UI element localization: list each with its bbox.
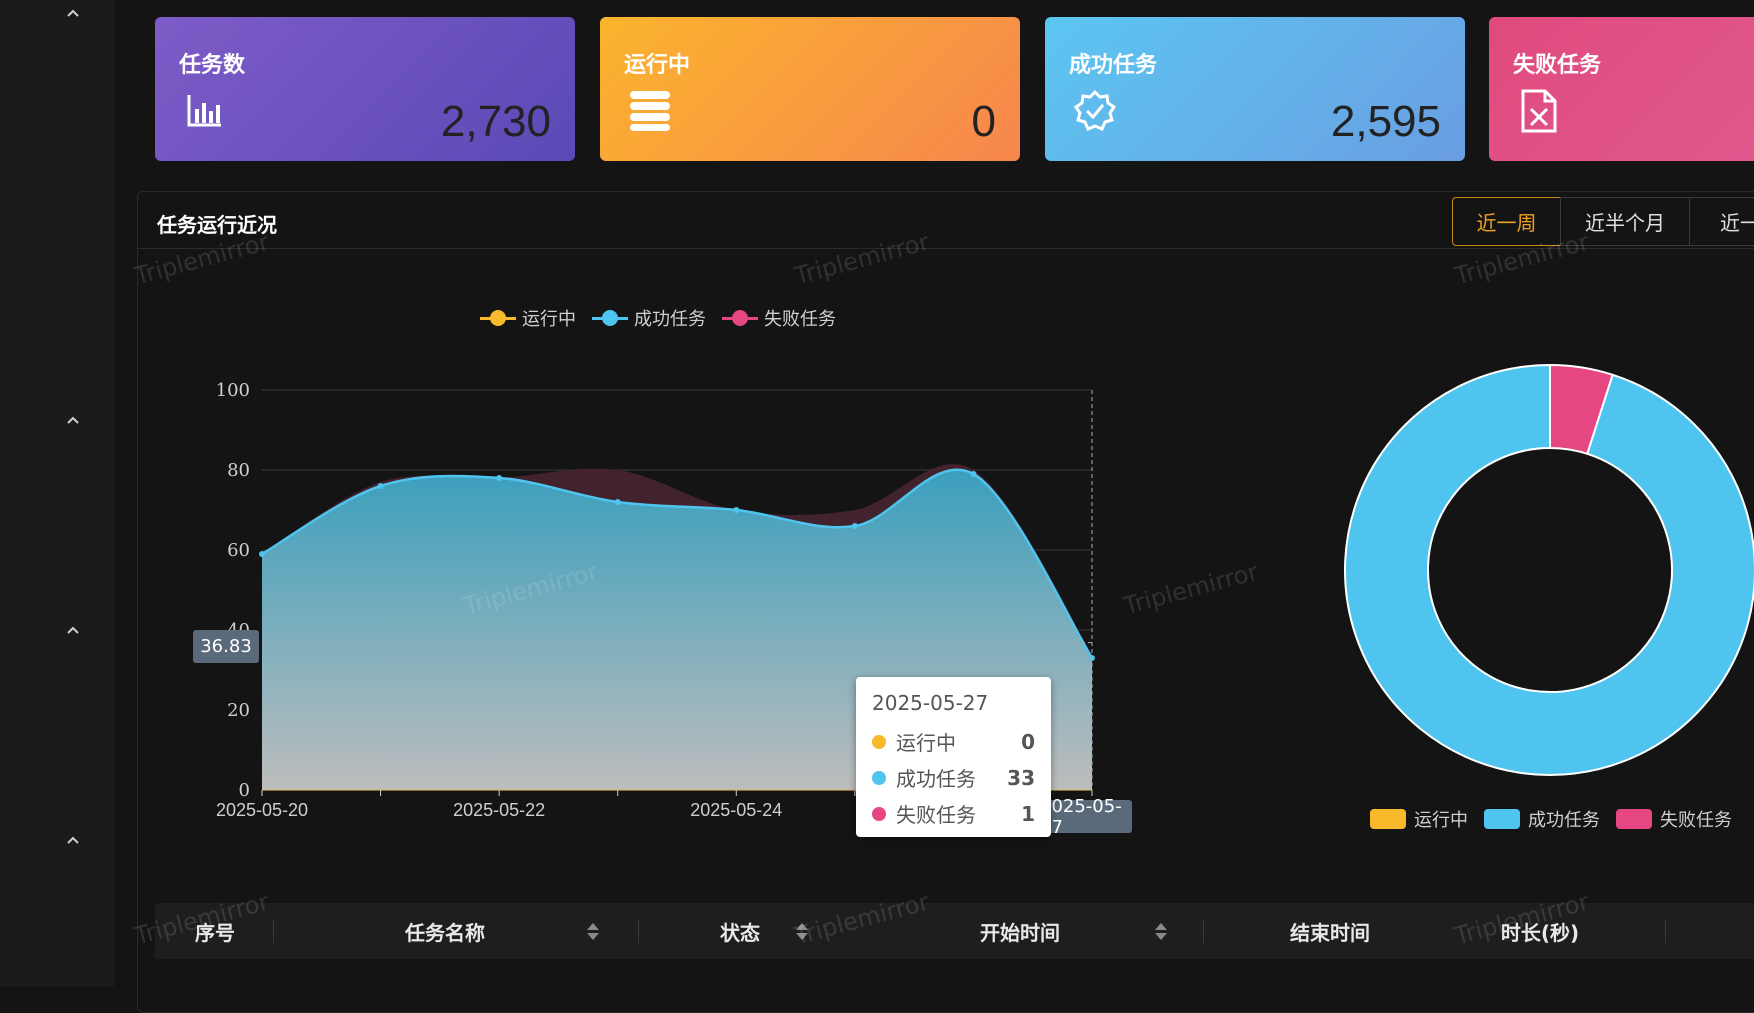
column-header-end-time: 结束时间 <box>1205 903 1455 959</box>
column-label: 状态 <box>720 920 760 945</box>
stat-label: 运行中 <box>624 53 691 78</box>
tooltip-series-value: 33 <box>1007 765 1035 790</box>
column-header-index: 序号 <box>155 903 275 959</box>
x-tick-label: 2025-05-24 <box>690 800 782 820</box>
data-point-success <box>496 475 503 481</box>
legend-swatch <box>1370 809 1406 829</box>
column-label: 开始时间 <box>980 920 1060 945</box>
axis-pointer-x-label: 2025-05-27 <box>1040 796 1132 838</box>
tooltip-dot <box>872 770 886 785</box>
file-x-icon <box>1517 89 1561 133</box>
legend-item-failed[interactable]: 失败任务 <box>1616 806 1732 832</box>
y-tick-label: 100 <box>216 380 250 401</box>
tooltip-dot <box>872 806 886 821</box>
data-point-success <box>259 551 265 557</box>
verified-badge-icon <box>1073 89 1117 133</box>
x-tick-label: 2025-05-22 <box>453 800 545 820</box>
column-label: 时长(秒) <box>1500 920 1580 945</box>
legend-item-failed[interactable]: 失败任务 <box>722 305 836 331</box>
panel-header: 任务运行近况 近一周 近半个月 近一 <box>138 192 1754 249</box>
column-divider[interactable] <box>638 919 639 943</box>
legend-label: 运行中 <box>1414 810 1468 831</box>
data-point-success <box>851 523 858 529</box>
data-point-success <box>970 471 977 477</box>
sort-icon[interactable] <box>796 922 808 940</box>
column-header-duration: 时长(秒) <box>1455 903 1625 959</box>
column-divider[interactable] <box>1665 919 1666 943</box>
tooltip-date: 2025-05-27 <box>872 691 989 715</box>
legend-label: 成功任务 <box>634 309 706 330</box>
data-point-success <box>377 483 384 489</box>
legend-marker <box>480 310 516 326</box>
data-point-success <box>733 507 740 513</box>
legend-swatch <box>1616 809 1652 829</box>
legend-item-success[interactable]: 成功任务 <box>1484 806 1600 832</box>
tooltip-row: 成功任务 33 <box>872 763 1035 792</box>
y-tick-label: 60 <box>227 540 250 561</box>
chevron-up-icon[interactable] <box>62 2 84 24</box>
column-label: 结束时间 <box>1290 920 1370 945</box>
sort-icon[interactable] <box>1155 922 1167 940</box>
legend-label: 失败任务 <box>764 309 836 330</box>
tooltip-dot <box>872 734 886 749</box>
stat-card-total: 任务数 2,730 <box>155 17 575 161</box>
tooltip-series-name: 成功任务 <box>896 767 976 791</box>
y-tick-label: 20 <box>227 700 250 721</box>
stat-card-running: 运行中 0 <box>600 17 1020 161</box>
legend-item-success[interactable]: 成功任务 <box>592 305 706 331</box>
legend-label: 成功任务 <box>1528 810 1600 831</box>
tooltip-series-value: 1 <box>1021 801 1035 826</box>
column-header-status[interactable]: 状态 <box>640 903 840 959</box>
stat-label: 任务数 <box>179 53 246 78</box>
column-divider[interactable] <box>273 919 274 943</box>
stat-card-success: 成功任务 2,595 <box>1045 17 1465 161</box>
bar-chart-icon <box>183 89 227 133</box>
sort-icon[interactable] <box>587 922 599 940</box>
stat-value: 0 <box>971 97 996 146</box>
column-label: 任务名称 <box>405 920 485 945</box>
legend-label: 运行中 <box>522 309 576 330</box>
chevron-up-icon[interactable] <box>62 829 84 851</box>
legend-item-running[interactable]: 运行中 <box>1370 806 1468 832</box>
tooltip-row: 运行中 0 <box>872 727 1035 756</box>
legend-label: 失败任务 <box>1660 810 1732 831</box>
y-tick-label: 0 <box>239 780 250 801</box>
task-status-donut[interactable] <box>1340 360 1754 780</box>
range-half-month-button[interactable]: 近半个月 <box>1560 197 1690 246</box>
chart-tooltip: 2025-05-27 运行中 0 成功任务 33 失败任务 1 <box>856 677 1051 837</box>
list-icon <box>628 89 672 133</box>
stat-card-failed: 失败任务 <box>1489 17 1754 161</box>
legend-item-running[interactable]: 运行中 <box>480 305 576 331</box>
x-tick-label: 2025-05-20 <box>216 800 308 820</box>
donut-legend: 运行中 成功任务 失败任务 <box>1370 806 1748 832</box>
tooltip-row: 失败任务 1 <box>872 799 1035 828</box>
legend-marker <box>722 310 758 326</box>
panel-title: 任务运行近况 <box>157 213 277 237</box>
stat-label: 成功任务 <box>1069 53 1158 78</box>
axis-pointer-y-label: 36.83 <box>193 630 259 663</box>
column-label: 序号 <box>195 920 235 945</box>
task-table-header: 序号 任务名称 状态 开始时间 结束时间 时长(秒) <box>155 903 1754 959</box>
column-divider[interactable] <box>1203 919 1204 943</box>
sidebar <box>0 0 114 987</box>
legend-marker <box>592 310 628 326</box>
line-chart-legend: 运行中 成功任务 失败任务 <box>480 305 852 331</box>
tooltip-series-name: 失败任务 <box>896 803 976 827</box>
y-tick-label: 80 <box>227 460 250 481</box>
range-week-button[interactable]: 近一周 <box>1452 197 1561 246</box>
legend-swatch <box>1484 809 1520 829</box>
range-month-button[interactable]: 近一 <box>1689 197 1754 246</box>
tooltip-series-name: 运行中 <box>896 731 956 755</box>
column-header-task-name[interactable]: 任务名称 <box>275 903 615 959</box>
stat-value: 2,595 <box>1330 97 1441 146</box>
stat-value: 2,730 <box>440 97 551 146</box>
donut-slice-1 <box>1344 364 1754 776</box>
chevron-up-icon[interactable] <box>62 409 84 431</box>
stat-label: 失败任务 <box>1513 53 1602 78</box>
data-point-success <box>614 499 621 505</box>
chevron-up-icon[interactable] <box>62 619 84 641</box>
tooltip-series-value: 0 <box>1021 729 1035 754</box>
column-header-start-time[interactable]: 开始时间 <box>845 903 1195 959</box>
